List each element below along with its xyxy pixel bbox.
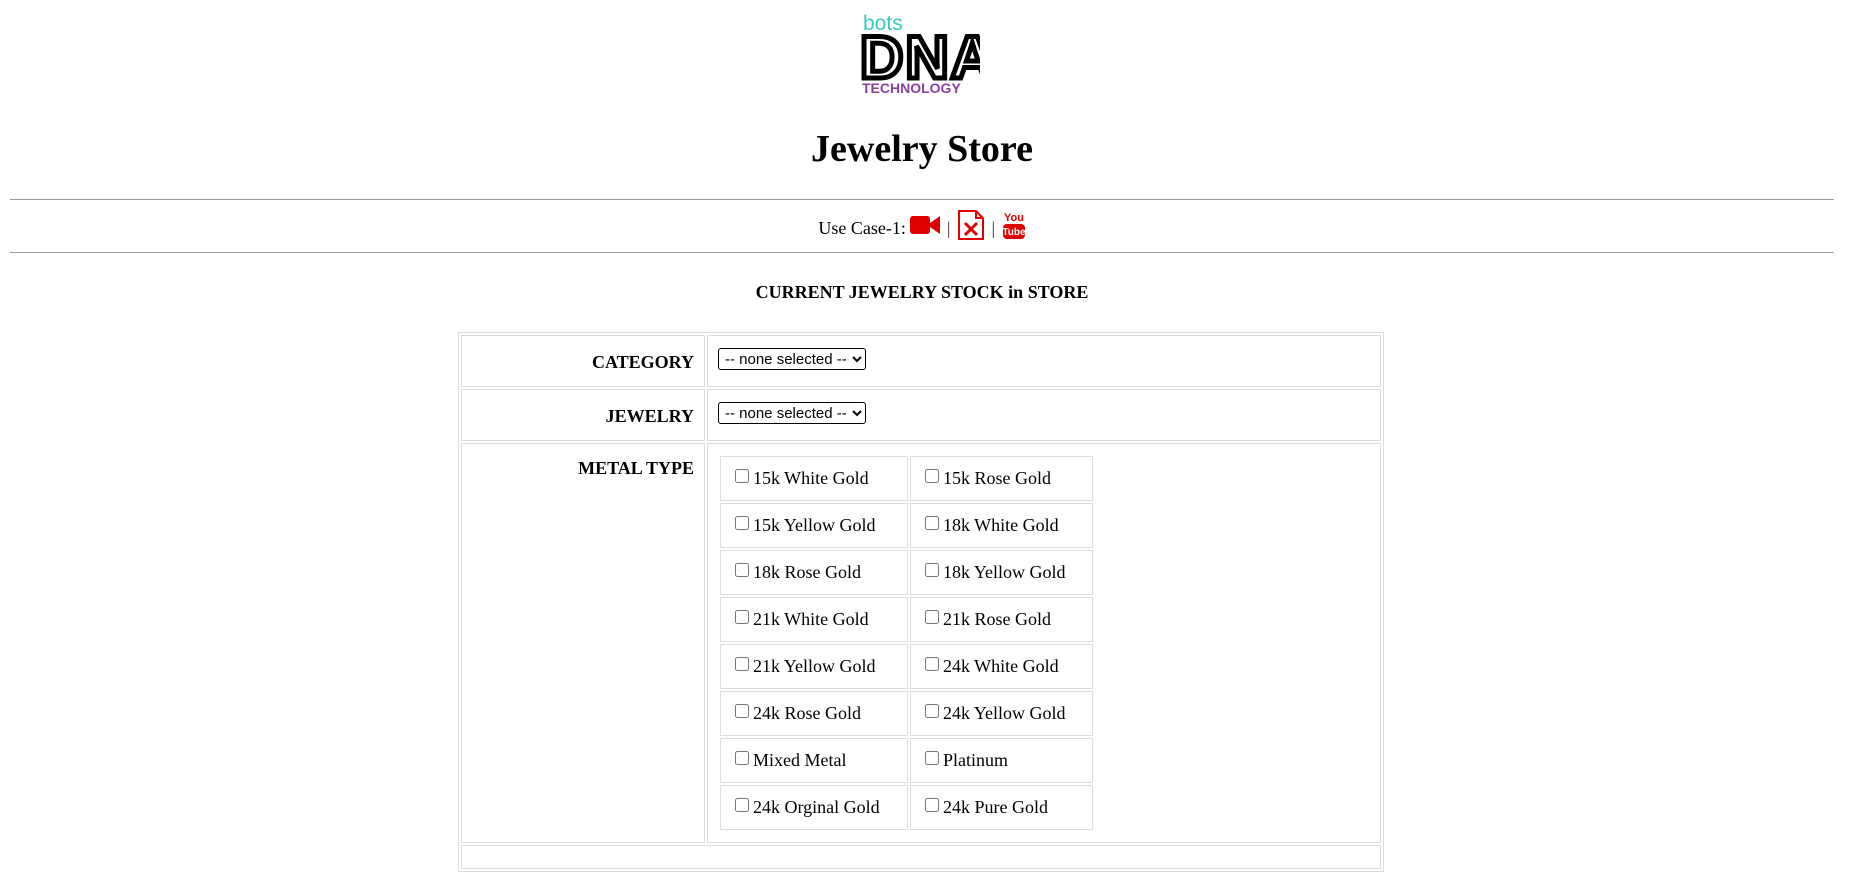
metal-option: 18k White Gold — [925, 515, 1059, 535]
metal-option: 21k Rose Gold — [925, 609, 1051, 629]
metal-option: 18k Rose Gold — [735, 562, 861, 582]
jewelry-row: JEWELRY -- none selected -- — [461, 389, 1381, 441]
metal-type-row: METAL TYPE 15k White Gold 15k Rose Gold … — [461, 443, 1381, 843]
stock-form-table: CATEGORY -- none selected -- JEWELRY -- … — [458, 332, 1384, 872]
use-case-label: Use Case-1: — [818, 218, 906, 239]
metal-checkbox[interactable] — [925, 516, 939, 530]
use-case-row: Use Case-1: | | You Tube — [0, 210, 1844, 250]
metal-option: 24k Pure Gold — [925, 797, 1048, 817]
metal-checkbox[interactable] — [735, 610, 749, 624]
separator: | — [946, 218, 951, 239]
metal-checkbox[interactable] — [925, 657, 939, 671]
svg-text:You: You — [1004, 212, 1024, 224]
metal-option: Platinum — [925, 750, 1008, 770]
metal-option: Mixed Metal — [735, 750, 846, 770]
metal-checkbox[interactable] — [925, 610, 939, 624]
metal-option: 15k Yellow Gold — [735, 515, 876, 535]
metal-option: 24k Orginal Gold — [735, 797, 880, 817]
category-row: CATEGORY -- none selected -- — [461, 335, 1381, 387]
metal-option: 18k Yellow Gold — [925, 562, 1066, 582]
metal-checkbox[interactable] — [735, 516, 749, 530]
metal-checkbox[interactable] — [735, 704, 749, 718]
divider-bottom — [10, 252, 1834, 253]
metal-option: 15k White Gold — [735, 468, 869, 488]
metal-option: 21k White Gold — [735, 609, 869, 629]
metal-option: 24k White Gold — [925, 656, 1059, 676]
metal-checkbox[interactable] — [925, 751, 939, 765]
separator: | — [991, 218, 996, 239]
svg-text:Tube: Tube — [1002, 227, 1026, 238]
logo-text-technology: TECHNOLOGY — [862, 80, 961, 96]
metal-option: 24k Yellow Gold — [925, 703, 1066, 723]
metal-option: 21k Yellow Gold — [735, 656, 876, 676]
youtube-icon[interactable]: You Tube — [1002, 210, 1026, 250]
jewelry-label: JEWELRY — [461, 389, 705, 441]
jewelry-select[interactable]: -- none selected -- — [718, 402, 866, 424]
metal-option: 24k Rose Gold — [735, 703, 861, 723]
metal-checkbox[interactable] — [735, 751, 749, 765]
divider-top — [10, 199, 1834, 200]
page-title: Jewelry Store — [811, 128, 1033, 170]
metal-checkbox[interactable] — [925, 704, 939, 718]
next-row — [461, 845, 1381, 869]
metal-type-label: METAL TYPE — [461, 443, 705, 843]
metal-type-grid: 15k White Gold 15k Rose Gold 15k Yellow … — [718, 454, 1095, 832]
excel-file-icon[interactable] — [957, 210, 985, 250]
metal-checkbox[interactable] — [735, 469, 749, 483]
metal-checkbox[interactable] — [735, 798, 749, 812]
bots-dna-logo: bots DNA TECHNOLOGY — [860, 10, 980, 96]
metal-option: 15k Rose Gold — [925, 468, 1051, 488]
metal-checkbox[interactable] — [735, 563, 749, 577]
metal-checkbox[interactable] — [925, 798, 939, 812]
category-label: CATEGORY — [461, 335, 705, 387]
metal-checkbox[interactable] — [735, 657, 749, 671]
video-camera-icon[interactable] — [910, 214, 941, 246]
section-title: CURRENT JEWELRY STOCK in STORE — [755, 282, 1089, 302]
metal-checkbox[interactable] — [925, 563, 939, 577]
category-select[interactable]: -- none selected -- — [718, 348, 866, 370]
metal-checkbox[interactable] — [925, 469, 939, 483]
